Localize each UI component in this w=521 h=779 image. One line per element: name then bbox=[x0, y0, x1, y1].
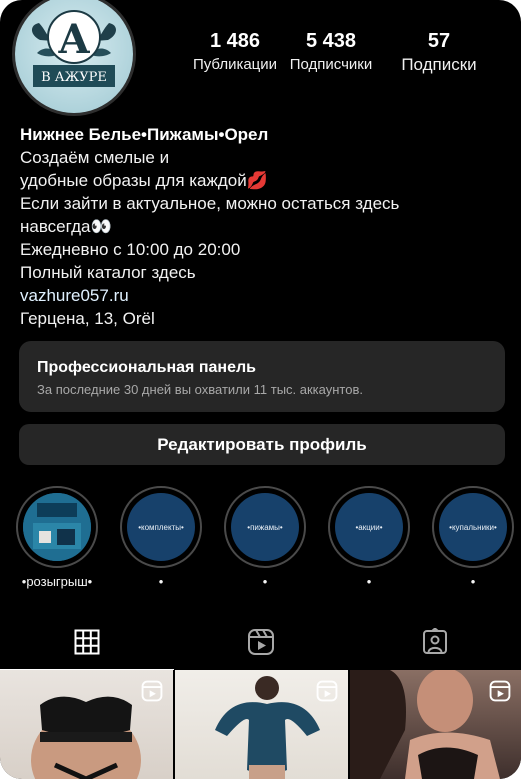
highlight-ring bbox=[16, 486, 98, 568]
stat-following-label: Подписки bbox=[401, 55, 477, 74]
tagged-icon bbox=[423, 628, 447, 654]
highlight-cover: •пижамы• bbox=[231, 493, 299, 561]
professional-dashboard[interactable]: Профессиональная панель За последние 30 … bbox=[19, 341, 505, 412]
logo-text: В АЖУРЕ bbox=[41, 70, 107, 85]
edit-profile-button[interactable]: Редактировать профиль bbox=[19, 424, 505, 465]
profile-stats: 1 486 Публикации 5 438 Подписчики 57 Под… bbox=[180, 30, 510, 78]
highlight-ring: •комплекты• bbox=[120, 486, 202, 568]
reel-icon bbox=[316, 680, 338, 702]
highlight-promotions[interactable]: •акции• • bbox=[326, 486, 412, 589]
stat-following[interactable]: 57 Подписки bbox=[384, 30, 494, 75]
highlight-swimwear[interactable]: •купальники• • bbox=[430, 486, 516, 589]
stat-posts[interactable]: 1 486 Публикации bbox=[180, 30, 290, 75]
stat-posts-value: 1 486 bbox=[209, 30, 261, 52]
stat-followers[interactable]: 5 438 Подписчики bbox=[276, 30, 386, 75]
profile-bio: Нижнее Белье•Пижамы•Орел Создаём смелые … bbox=[20, 124, 500, 330]
highlight-ring: •акции• bbox=[328, 486, 410, 568]
bio-website-link[interactable]: vazhure057.ru bbox=[20, 284, 500, 307]
stat-followers-value: 5 438 bbox=[305, 30, 357, 52]
story-highlights: •розыгрыш• •комплекты• • •пижамы• • •акц… bbox=[0, 486, 521, 596]
tab-posts-grid[interactable] bbox=[0, 614, 174, 670]
highlight-pajamas[interactable]: •пижамы• • bbox=[222, 486, 308, 589]
highlight-ring: •пижамы• bbox=[224, 486, 306, 568]
highlight-caption: • bbox=[366, 574, 372, 589]
reel-icon bbox=[489, 680, 511, 702]
tab-reels[interactable] bbox=[174, 614, 348, 670]
bio-line-5: Ежедневно с 10:00 до 20:00 bbox=[20, 240, 241, 259]
highlight-caption: • bbox=[470, 574, 476, 589]
highlight-giveaway[interactable]: •розыгрыш• bbox=[14, 486, 100, 589]
grid-icon bbox=[74, 629, 100, 654]
bio-address[interactable]: Герцена, 13, Orël bbox=[20, 307, 500, 330]
tab-tagged[interactable] bbox=[348, 614, 521, 670]
stat-posts-label: Публикации bbox=[192, 56, 278, 73]
brand-logo: A В АЖУРЕ bbox=[15, 0, 133, 113]
highlight-sets[interactable]: •комплекты• • bbox=[118, 486, 204, 589]
dashboard-title: Профессиональная панель bbox=[37, 359, 256, 376]
bio-line-4: навсегда👀 bbox=[20, 217, 112, 236]
highlight-ring: •купальники• bbox=[432, 486, 514, 568]
bio-line-2: удобные образы для каждой💋 bbox=[20, 171, 268, 190]
grid-post[interactable] bbox=[175, 670, 348, 779]
profile-avatar[interactable]: A В АЖУРЕ bbox=[12, 0, 136, 116]
profile-tabs bbox=[0, 614, 521, 670]
stat-followers-label: Подписчики bbox=[289, 56, 373, 73]
reel-icon bbox=[141, 680, 163, 702]
highlight-cover bbox=[23, 493, 91, 561]
profile-name: Нижнее Белье•Пижамы•Орел bbox=[20, 125, 269, 144]
reels-icon bbox=[248, 629, 274, 655]
highlight-caption: • bbox=[262, 574, 268, 589]
bio-line-6: Полный каталог здесь bbox=[20, 263, 196, 282]
grid-post[interactable] bbox=[0, 670, 173, 779]
grid-post[interactable] bbox=[350, 670, 521, 779]
highlight-cover: •акции• bbox=[335, 493, 403, 561]
profile-screen: A В АЖУРЕ 1 486 Публикации 5 438 Подписч… bbox=[0, 0, 521, 779]
bio-line-3: Если зайти в актуальное, можно остаться … bbox=[20, 194, 400, 213]
posts-grid bbox=[0, 670, 521, 779]
highlight-cover: •купальники• bbox=[439, 493, 507, 561]
highlight-caption: •розыгрыш• bbox=[21, 574, 93, 589]
svg-text:A: A bbox=[57, 16, 90, 63]
dashboard-subtitle: За последние 30 дней вы охватили 11 тыс.… bbox=[37, 382, 363, 397]
highlight-cover: •комплекты• bbox=[127, 493, 195, 561]
stat-following-value: 57 bbox=[427, 30, 451, 52]
bio-line-1: Создаём смелые и bbox=[20, 148, 170, 167]
highlight-caption: • bbox=[158, 574, 164, 589]
